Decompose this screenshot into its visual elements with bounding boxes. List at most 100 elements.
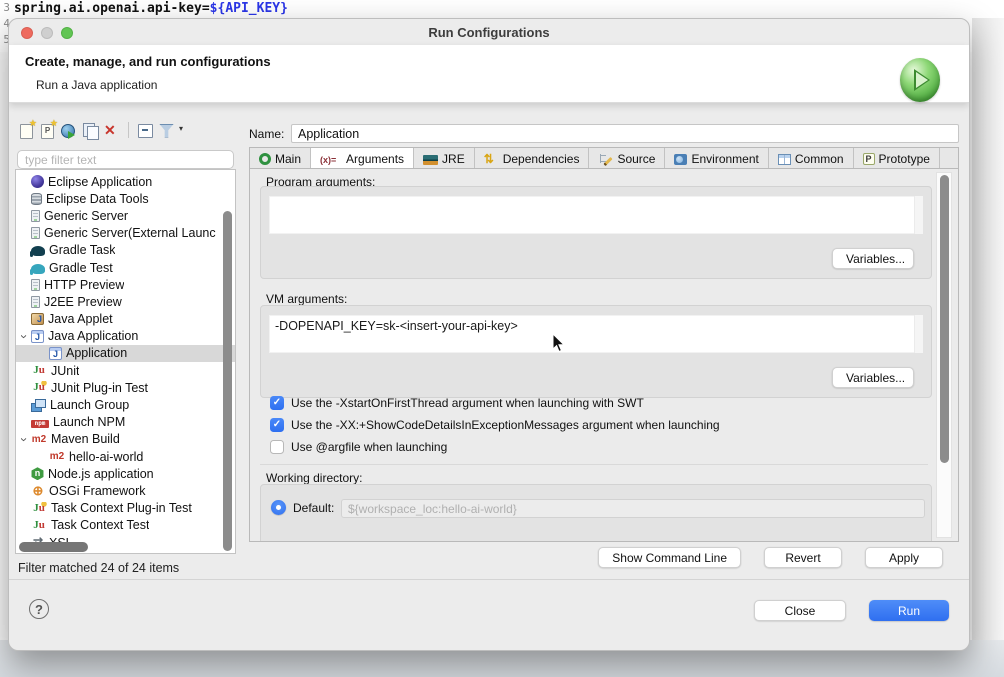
export-config-icon[interactable] xyxy=(60,122,79,139)
close-window-button[interactable] xyxy=(21,27,33,39)
tab-prototype[interactable]: Prototype xyxy=(854,148,940,169)
dialog-titlebar[interactable]: Run Configurations xyxy=(9,19,969,45)
run-button[interactable]: Run xyxy=(869,600,949,621)
tree-item-gradle-task[interactable]: Gradle Task xyxy=(16,242,235,259)
server-icon xyxy=(31,279,40,291)
footer-divider xyxy=(9,579,969,580)
tree-item-junit-plug-in-test[interactable]: JUnit Plug-in Test xyxy=(16,379,235,396)
tree-item-junit[interactable]: JUnit xyxy=(16,362,235,379)
tree-item-launch-group[interactable]: Launch Group xyxy=(16,396,235,413)
tab-environment[interactable]: Environment xyxy=(665,148,768,169)
show-command-line-button[interactable]: Show Command Line xyxy=(598,547,741,568)
tree-item-generic-server[interactable]: Generic Server xyxy=(16,207,235,224)
tree-horizontal-scrollbar[interactable] xyxy=(19,542,88,552)
arguments-panel-scrollbar[interactable] xyxy=(940,175,949,463)
vm-arguments-group: -DOPENAPI_KEY=sk-<insert-your-api-key> V… xyxy=(260,305,932,398)
tree-item-maven-build[interactable]: ›Maven Build xyxy=(16,431,235,448)
program-arguments-textarea[interactable] xyxy=(269,196,923,234)
vm-arguments-textarea[interactable]: -DOPENAPI_KEY=sk-<insert-your-api-key> xyxy=(269,315,923,353)
checkbox-checked-icon[interactable]: ✓ xyxy=(270,418,284,432)
checkbox-unchecked-icon[interactable] xyxy=(270,440,284,454)
tree-item-node-js-application[interactable]: Node.js application xyxy=(16,465,235,482)
tree-item-launch-npm[interactable]: Launch NPM xyxy=(16,414,235,431)
filter-input[interactable] xyxy=(17,150,234,169)
tree-item-j2ee-preview[interactable]: J2EE Preview xyxy=(16,293,235,310)
program-arguments-variables-button[interactable]: Variables... xyxy=(832,248,914,269)
tree-item-gradle-test[interactable]: Gradle Test xyxy=(16,259,235,276)
name-input[interactable] xyxy=(291,124,959,143)
tree-item-http-preview[interactable]: HTTP Preview xyxy=(16,276,235,293)
arguments-tab-content: Program arguments: Variables... VM argum… xyxy=(249,168,959,542)
tree-item-label: hello-ai-world xyxy=(69,450,143,464)
new-prototype-icon[interactable] xyxy=(39,122,58,139)
tab-main[interactable]: Main xyxy=(250,148,311,169)
junit-icon xyxy=(31,364,47,377)
arguments-panel-scrollbar-track xyxy=(936,172,952,538)
tree-item-label: Task Context Test xyxy=(51,518,149,532)
tree-item-label: Eclipse Data Tools xyxy=(46,192,149,206)
tree-item-hello-ai-world[interactable]: hello-ai-world xyxy=(16,448,235,465)
chevron-expanded-icon[interactable]: › xyxy=(18,433,31,446)
tree-item-label: JUnit xyxy=(51,364,79,378)
tree-item-generic-server-external-launc[interactable]: Generic Server(External Launc xyxy=(16,225,235,242)
vm-arguments-value: -DOPENAPI_KEY=sk-<insert-your-api-key> xyxy=(275,319,518,333)
arguments-tab-icon xyxy=(320,152,342,165)
tree-item-eclipse-application[interactable]: Eclipse Application xyxy=(16,173,235,190)
filter-options-icon[interactable] xyxy=(157,122,183,139)
default-radio-selected[interactable] xyxy=(271,500,286,515)
window-controls xyxy=(21,27,73,39)
toolbar-separator xyxy=(128,122,129,138)
tab-common[interactable]: Common xyxy=(769,148,854,169)
tree-item-eclipse-data-tools[interactable]: Eclipse Data Tools xyxy=(16,190,235,207)
tab-label: JRE xyxy=(442,152,465,166)
tab-label: Prototype xyxy=(879,152,930,166)
tree-item-java-applet[interactable]: Java Applet xyxy=(16,311,235,328)
minimize-window-button[interactable] xyxy=(41,27,53,39)
checkbox-use-argfile-when-launching[interactable]: Use @argfile when launching xyxy=(270,436,720,458)
close-button[interactable]: Close xyxy=(754,600,846,621)
tree-item-label: J2EE Preview xyxy=(44,295,122,309)
tree-item-label: OSGi Framework xyxy=(49,484,146,498)
vm-arguments-variables-button[interactable]: Variables... xyxy=(832,367,914,388)
filter-status-text: Filter matched 24 of 24 items xyxy=(18,561,179,575)
tree-item-label: Launch NPM xyxy=(53,415,125,429)
zoom-window-button[interactable] xyxy=(61,27,73,39)
checkbox-label: Use the -XstartOnFirstThread argument wh… xyxy=(291,396,644,410)
program-arguments-group: Variables... xyxy=(260,186,932,279)
tree-item-label: Eclipse Application xyxy=(48,175,152,189)
apply-button[interactable]: Apply xyxy=(865,547,943,568)
tree-item-java-application[interactable]: ›Java Application xyxy=(16,328,235,345)
header-title: Create, manage, and run configurations xyxy=(25,54,271,69)
tab-dependencies[interactable]: Dependencies xyxy=(475,148,590,169)
new-config-icon[interactable] xyxy=(18,122,37,139)
tree-item-task-context-test[interactable]: Task Context Test xyxy=(16,517,235,534)
revert-button[interactable]: Revert xyxy=(764,547,842,568)
m2-icon xyxy=(49,450,65,463)
server-icon xyxy=(31,296,40,308)
tab-label: Arguments xyxy=(346,152,404,166)
checkbox-label: Use the -XX:+ShowCodeDetailsInExceptionM… xyxy=(291,418,720,432)
tab-jre[interactable]: JRE xyxy=(414,148,475,169)
delete-config-icon[interactable] xyxy=(102,122,121,139)
tab-arguments[interactable]: Arguments xyxy=(311,148,414,169)
line-number: 3 xyxy=(0,0,10,16)
help-button[interactable]: ? xyxy=(29,599,49,619)
osgi-icon xyxy=(31,484,45,497)
checkbox-use-the-xx-showcodedetailsinexceptionmessa[interactable]: ✓ Use the -XX:+ShowCodeDetailsInException… xyxy=(270,414,720,436)
eclipse-app-icon xyxy=(31,175,44,188)
tree-item-osgi-framework[interactable]: OSGi Framework xyxy=(16,482,235,499)
duplicate-config-icon[interactable] xyxy=(81,122,100,139)
checkbox-use-the-xstartonfirstthread-argument-when-[interactable]: ✓ Use the -XstartOnFirstThread argument w… xyxy=(270,392,720,414)
checkbox-checked-icon[interactable]: ✓ xyxy=(270,396,284,410)
tab-source[interactable]: Source xyxy=(589,148,665,169)
tree-item-application[interactable]: Application xyxy=(16,345,235,362)
tree-vertical-scrollbar[interactable] xyxy=(223,211,232,551)
run-configurations-dialog: Run Configurations Create, manage, and r… xyxy=(8,18,970,651)
textarea-scroll-strip xyxy=(914,196,923,234)
code-variable: ${API_KEY} xyxy=(210,1,288,16)
tree-item-task-context-plug-in-test[interactable]: Task Context Plug-in Test xyxy=(16,500,235,517)
java-app-icon xyxy=(49,347,62,360)
chevron-expanded-icon[interactable]: › xyxy=(18,330,31,343)
junit-plugin-icon xyxy=(31,381,47,394)
collapse-all-icon[interactable] xyxy=(136,122,155,139)
